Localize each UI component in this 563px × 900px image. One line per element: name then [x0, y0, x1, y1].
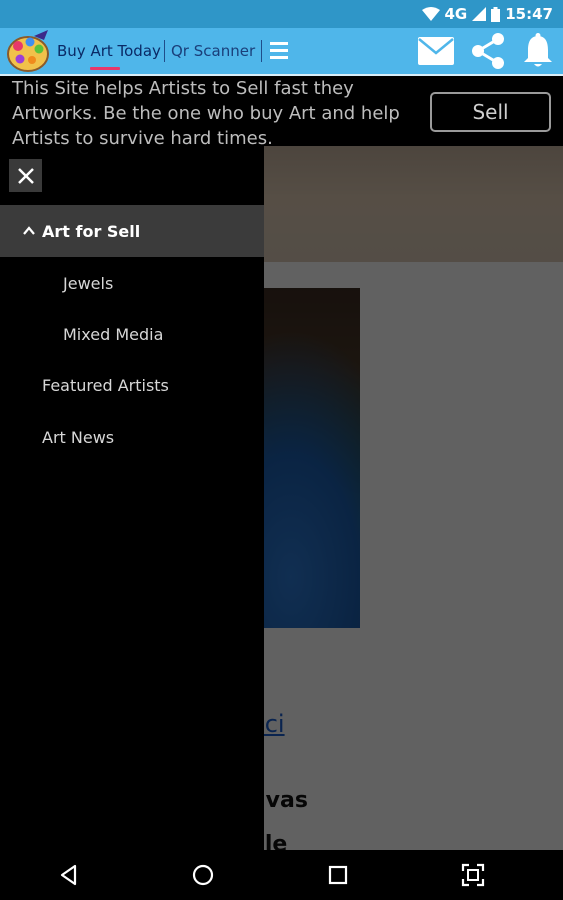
bell-icon[interactable]: [523, 33, 553, 73]
drawer-item-jewels[interactable]: Jewels: [0, 257, 264, 309]
screen: 4G 15:47 Buy Art Today Qr Scanner This S…: [0, 0, 563, 900]
drawer-item-mixed-media[interactable]: Mixed Media: [0, 308, 264, 360]
close-icon[interactable]: [9, 159, 42, 192]
drawer-item-art-for-sell[interactable]: Art for Sell: [0, 205, 264, 257]
app-logo[interactable]: [4, 30, 52, 74]
sell-button[interactable]: Sell: [430, 92, 551, 132]
status-bar: 4G 15:47: [0, 0, 563, 28]
network-type: 4G: [444, 5, 468, 23]
site-tagline: This Site helps Artists to Sell fast the…: [12, 78, 400, 149]
drawer-item-label: Jewels: [63, 273, 114, 293]
drawer-item-label: Art for Sell: [42, 221, 141, 241]
tab-qr-scanner[interactable]: Qr Scanner: [171, 28, 255, 74]
chevron-up-icon: [23, 226, 35, 235]
drawer-item-label: Art News: [42, 427, 115, 447]
tab-qr-scanner-label: Qr Scanner: [171, 42, 256, 60]
drawer-item-label: Mixed Media: [63, 324, 164, 344]
back-icon[interactable]: [57, 863, 81, 887]
battery-icon: [491, 6, 501, 22]
screenshot-icon[interactable]: [461, 863, 485, 887]
menu-icon[interactable]: [270, 42, 288, 60]
share-icon[interactable]: [470, 32, 506, 74]
drawer-item-featured-artists[interactable]: Featured Artists: [0, 359, 264, 411]
clock: 15:47: [505, 5, 553, 23]
tab-divider: [164, 40, 165, 62]
tab-divider: [261, 40, 262, 62]
recents-icon[interactable]: [326, 863, 350, 887]
system-nav-bar: [0, 850, 563, 900]
drawer-item-art-news[interactable]: Art News: [0, 411, 264, 463]
drawer-item-label: Featured Artists: [42, 375, 169, 395]
tab-buy-art-today[interactable]: Buy Art Today: [57, 28, 161, 74]
active-tab-indicator: [90, 67, 120, 70]
wifi-icon: [421, 7, 440, 21]
home-icon[interactable]: [191, 863, 215, 887]
navigation-drawer: Art for Sell Jewels Mixed Media Featured…: [0, 146, 264, 850]
app-bar: Buy Art Today Qr Scanner: [0, 28, 563, 76]
site-header: This Site helps Artists to Sell fast the…: [0, 76, 563, 149]
mail-icon[interactable]: [418, 37, 454, 69]
tab-buy-art-today-label: Buy Art Today: [57, 42, 161, 60]
signal-icon: [472, 7, 487, 21]
